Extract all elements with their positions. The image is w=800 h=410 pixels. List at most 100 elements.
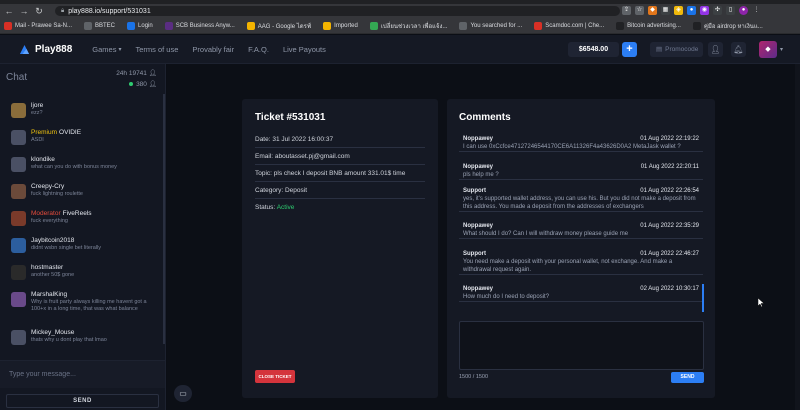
back-icon[interactable]: ←: [3, 5, 15, 17]
deposit-plus-button[interactable]: +: [622, 42, 637, 57]
binance-icon[interactable]: ◈: [674, 6, 683, 15]
bookmark-item[interactable]: Scamdoc.com | Che...: [534, 21, 604, 30]
chat-message-text: thats why u dont play that lmao: [31, 337, 107, 343]
avatar[interactable]: [11, 211, 26, 226]
forward-icon[interactable]: →: [18, 5, 30, 17]
bookmark-item[interactable]: BBTEC: [84, 21, 115, 30]
avatar[interactable]: [11, 184, 26, 199]
bookmark-item[interactable]: Mail - Prawee Sa-N...: [4, 21, 72, 30]
gift-card-icon: ▤: [656, 46, 663, 53]
chat-scrollbar[interactable]: [163, 94, 165, 344]
bookmarks-bar: Mail - Prawee Sa-N... BBTEC Login SCB Busin…: [0, 18, 800, 34]
address-bar[interactable]: 🔒︎ play888.io/support/531031: [55, 6, 620, 16]
comment-timestamp: 01 Aug 2022 22:46:27: [640, 251, 699, 257]
nav-games[interactable]: Games ▾: [92, 45, 121, 54]
avatar[interactable]: [11, 265, 26, 280]
chat-username[interactable]: klondike: [31, 150, 165, 163]
user-rank-badge: Premium: [31, 129, 58, 136]
bookmark-star-icon[interactable]: ☆: [635, 6, 644, 15]
user-icon[interactable]: 👤︎: [708, 42, 723, 57]
metamask-icon[interactable]: ◆: [648, 6, 657, 15]
comment-list[interactable]: Noppawey 01 Aug 2022 22:19:22 I can use 0x…: [459, 133, 703, 311]
chat-username[interactable]: MarshalKing: [31, 285, 165, 298]
close-ticket-button[interactable]: CLOSE TICKET: [255, 370, 295, 383]
comment-item: Noppawey 01 Aug 2022 22:19:22 I can use 0x…: [459, 133, 703, 152]
bookmark-item[interactable]: เปลี่ยนช่วงเวลา เพื่อแจ้ง...: [369, 21, 447, 31]
chat-username[interactable]: Premium OVIDIE: [31, 123, 165, 136]
chat-username[interactable]: Creepy-Cry: [31, 177, 165, 190]
menu-dots-icon[interactable]: ⋮: [752, 6, 761, 15]
user-icon: 👤︎: [148, 81, 157, 88]
support-chat-button[interactable]: ▭: [174, 385, 192, 402]
ticket-title: Ticket #531031: [255, 112, 326, 123]
ticket-panel: Ticket #531031 Date: 31 Jul 2022 16:00:3…: [242, 99, 438, 398]
extension-blue-icon[interactable]: ●: [687, 6, 696, 15]
bookmark-favicon-icon: [4, 21, 12, 30]
chat-username[interactable]: ljore: [31, 96, 165, 109]
nav-live-payouts[interactable]: Live Payouts: [283, 45, 326, 54]
bookmark-item[interactable]: SCB Business Anyw...: [164, 21, 235, 30]
nav-provably-fair[interactable]: Provably fair: [192, 45, 234, 54]
bookmark-item[interactable]: Bitcoin advertising...: [616, 21, 681, 30]
chat-message: MarshalKing Why is fruit party always kil…: [0, 285, 165, 323]
bookmark-label: คู่มือ airdrop หาเงินแ...: [703, 23, 763, 30]
browser-toolbar: ← → ↻ 🔒︎ play888.io/support/531031 ⇪ ☆ ◆…: [0, 4, 800, 18]
bookmark-item[interactable]: คู่มือ airdrop หาเงินแ...: [692, 21, 763, 31]
bookmark-favicon-icon: [616, 21, 625, 30]
bell-icon[interactable]: 🔔︎: [731, 42, 746, 57]
bookmark-item[interactable]: AAG - Google ไดรฟ์: [246, 21, 311, 31]
chat-username[interactable]: hostmaster: [31, 258, 165, 271]
chat-message: klondike what can you do with bonus money: [0, 150, 165, 177]
avatar[interactable]: [11, 103, 26, 118]
chevron-down-icon[interactable]: ▾: [780, 46, 783, 53]
reload-icon[interactable]: ↻: [33, 5, 45, 17]
avatar[interactable]: [11, 238, 26, 253]
comments-panel: Comments Noppawey 01 Aug 2022 22:19:22 I c…: [447, 99, 715, 398]
comments-title: Comments: [459, 112, 511, 123]
chat-username[interactable]: Moderator FiveReels: [31, 204, 165, 217]
online-dot-icon: [129, 82, 134, 86]
bookmark-label: Bitcoin advertising...: [627, 22, 681, 29]
chat-message: hostmaster another 50$ gone: [0, 258, 165, 285]
page-scrollbar[interactable]: [795, 64, 800, 410]
comment-list-scrollbar[interactable]: [702, 284, 704, 312]
comment-text: You need make a deposit with your person…: [463, 259, 673, 273]
comment-text: pls help me ?: [463, 172, 499, 178]
share-icon[interactable]: ⇪: [622, 6, 631, 15]
avatar[interactable]: [11, 130, 26, 145]
comment-timestamp: 01 Aug 2022 22:20:11: [640, 164, 699, 170]
brand-logo[interactable]: Play888: [18, 43, 72, 56]
lock-icon: 🔒︎: [61, 7, 65, 14]
online-24h: 24h 19741: [116, 70, 147, 77]
bookmark-item[interactable]: You searched for ...: [459, 21, 522, 30]
comment-text: yes, it's supported wallet address, you …: [463, 196, 696, 210]
chat-send-button[interactable]: SEND: [6, 394, 159, 408]
chat-message-input[interactable]: Type your message...: [0, 360, 165, 388]
chat-username[interactable]: Mickey_Mouse: [31, 323, 165, 336]
bookmark-item[interactable]: Login: [127, 21, 153, 30]
online-now: 380: [136, 81, 147, 88]
avatar[interactable]: [11, 292, 26, 307]
avatar[interactable]: [11, 157, 26, 172]
extension-purple-icon[interactable]: ◉: [700, 6, 709, 15]
nav-terms[interactable]: Terms of use: [135, 45, 178, 54]
comment-item: Noppawey 01 Aug 2022 22:20:11 pls help me …: [459, 161, 703, 180]
nav-faq[interactable]: F.A.Q.: [248, 45, 269, 54]
chat-username[interactable]: Jaybitcoin2018: [31, 231, 165, 244]
bookmark-favicon-icon: [323, 21, 332, 30]
promocode-button[interactable]: ▤ Promocode: [650, 42, 703, 57]
balance-display[interactable]: $6548.00: [568, 42, 619, 57]
sidebar-icon[interactable]: ▯: [726, 6, 735, 15]
bookmark-item[interactable]: Imported: [323, 21, 358, 30]
send-comment-button[interactable]: SEND: [671, 372, 704, 383]
profile-icon[interactable]: ●: [739, 6, 748, 15]
extension-grid-icon[interactable]: ▦: [661, 6, 670, 15]
chat-message-list[interactable]: ljore ezz? Premium OVIDIE ASDI klondike what c…: [0, 96, 165, 350]
reply-textarea[interactable]: [459, 321, 704, 370]
avatar[interactable]: [11, 330, 26, 345]
extension-icons: ⇪ ☆ ◆ ▦ ◈ ● ◉ ✣ ▯ ● ⋮: [622, 6, 761, 15]
bookmark-label: Imported: [334, 22, 358, 29]
avatar[interactable]: ◆: [759, 41, 777, 58]
comment-timestamp: 02 Aug 2022 10:30:17: [640, 286, 699, 292]
puzzle-icon[interactable]: ✣: [713, 6, 722, 15]
